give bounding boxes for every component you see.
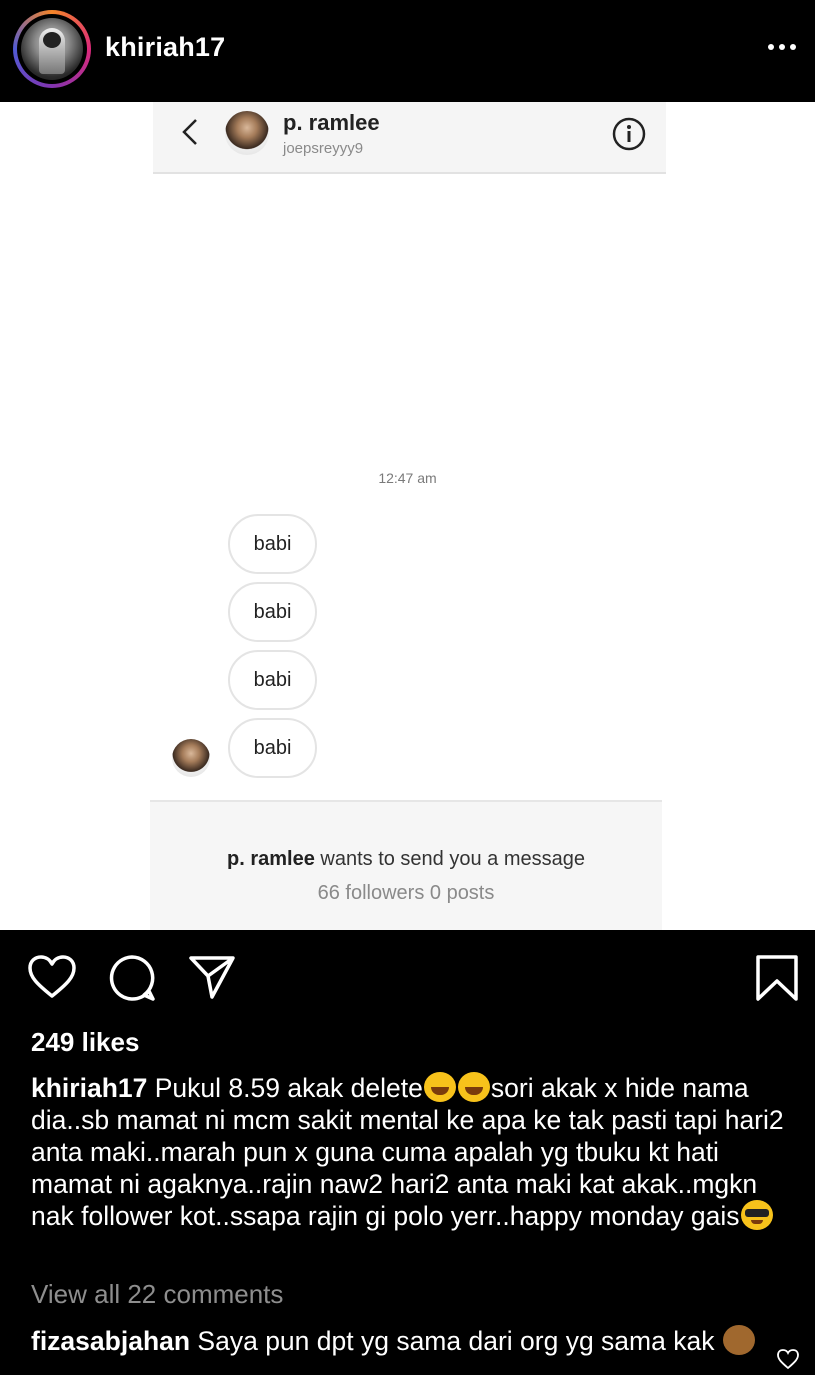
- dm-timestamp: 12:47 am: [378, 470, 437, 486]
- post-username[interactable]: khiriah17: [105, 32, 225, 63]
- caption-username[interactable]: khiriah17: [31, 1073, 147, 1103]
- profile-avatar[interactable]: [13, 10, 91, 88]
- dm-contact-name: p. ramlee: [283, 110, 380, 135]
- send-icon[interactable]: [188, 954, 236, 1000]
- heart-icon[interactable]: [27, 954, 77, 1000]
- rofl-emoji-icon: [457, 1072, 490, 1102]
- dm-header-bar: p. ramlee joepsreyyy9: [153, 102, 666, 174]
- dm-contact-handle: joepsreyyy9: [283, 140, 364, 157]
- sender-avatar: [172, 739, 210, 777]
- message-bubble: babi: [228, 650, 317, 710]
- message-bubble: babi: [228, 514, 317, 574]
- request-text: wants to send you a message: [314, 848, 585, 870]
- back-chevron-icon: [182, 119, 197, 145]
- caption-text-1: Pukul 8.59 akak delete: [147, 1073, 423, 1103]
- likes-count[interactable]: 249 likes: [31, 1027, 139, 1058]
- request-stats: 66 followers 0 posts: [317, 882, 495, 904]
- message-request-panel: p. ramlee wants to send you a message 66…: [150, 800, 662, 930]
- post-caption: khiriah17 Pukul 8.59 akak delete sori aka…: [31, 1072, 791, 1232]
- comment-item: fizasabjahan Saya pun dpt yg sama dari o…: [31, 1325, 761, 1357]
- dm-avatar: [225, 111, 269, 155]
- action-bar: [0, 930, 815, 1020]
- more-options-icon[interactable]: [768, 44, 796, 50]
- post-image[interactable]: p. ramlee joepsreyyy9 12:47 am babi babi…: [0, 102, 815, 930]
- post-header: khiriah17: [0, 0, 815, 102]
- view-all-comments-link[interactable]: View all 22 comments: [31, 1279, 283, 1310]
- comment-icon[interactable]: [108, 954, 156, 1002]
- message-bubble: babi: [228, 718, 317, 778]
- bookmark-icon[interactable]: [755, 954, 799, 1002]
- info-icon: [612, 117, 646, 151]
- monkey-emoji-icon: [722, 1325, 755, 1355]
- rofl-emoji-icon: [423, 1072, 456, 1102]
- comment-like-heart-icon[interactable]: [776, 1348, 800, 1370]
- sunglasses-emoji-icon: [740, 1200, 773, 1230]
- request-line: p. ramlee wants to send you a message: [150, 848, 662, 871]
- message-bubble: babi: [228, 582, 317, 642]
- comment-username[interactable]: fizasabjahan: [31, 1326, 190, 1356]
- comment-text: Saya pun dpt yg sama dari org yg sama ka…: [190, 1326, 722, 1356]
- request-name: p. ramlee: [227, 848, 315, 870]
